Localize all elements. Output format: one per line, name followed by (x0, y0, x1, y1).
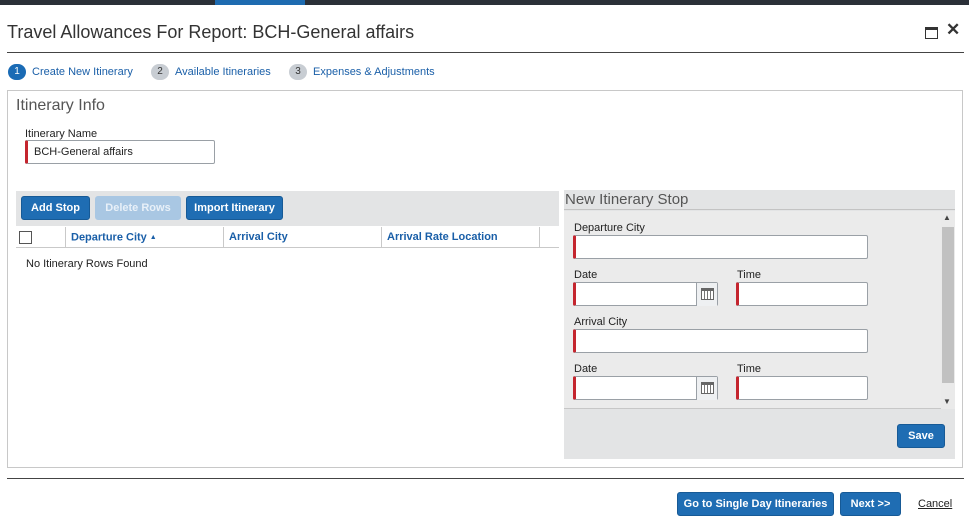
footer-divider (7, 478, 964, 479)
departure-time-input[interactable] (736, 282, 868, 306)
scroll-up-icon[interactable]: ▲ (943, 213, 951, 222)
calendar-icon[interactable] (696, 377, 717, 400)
column-label: Departure City (71, 231, 147, 244)
cancel-link[interactable]: Cancel (918, 498, 952, 510)
step-number: 1 (8, 64, 26, 80)
delete-rows-button[interactable]: Delete Rows (95, 196, 181, 220)
arrival-time-label: Time (737, 363, 762, 375)
column-arrival-rate-location[interactable]: Arrival Rate Location (381, 227, 539, 248)
new-stop-form: Departure City Date Time Arrival City Da… (564, 211, 941, 409)
header-divider (7, 52, 964, 53)
step-number: 3 (289, 64, 307, 80)
column-spacer (539, 227, 559, 248)
next-button[interactable]: Next >> (840, 492, 901, 516)
arrival-city-input[interactable] (573, 329, 868, 353)
arrival-date-label: Date (574, 363, 598, 375)
grid-toolbar: Add Stop Delete Rows Import Itinerary (16, 191, 559, 226)
step-number: 2 (151, 64, 169, 80)
select-all-checkbox[interactable] (19, 231, 32, 244)
step-create-new-itinerary[interactable]: 1 Create New Itinerary (8, 64, 133, 80)
new-stop-title: New Itinerary Stop (564, 190, 955, 210)
departure-date-label: Date (574, 269, 598, 281)
import-itinerary-button[interactable]: Import Itinerary (186, 196, 283, 220)
grid-header: Departure City ▲ Arrival City Arrival Rat… (16, 227, 559, 248)
maximize-icon[interactable] (925, 27, 938, 39)
arrival-time-input[interactable] (736, 376, 868, 400)
scroll-down-icon[interactable]: ▼ (943, 397, 951, 406)
departure-time-label: Time (737, 269, 762, 281)
arrival-city-label: Arrival City (574, 316, 628, 328)
column-departure-city[interactable]: Departure City ▲ (65, 227, 223, 248)
calendar-icon[interactable] (696, 283, 717, 306)
step-available-itineraries[interactable]: 2 Available Itineraries (151, 64, 271, 80)
departure-city-label: Departure City (574, 222, 645, 234)
sort-ascending-icon: ▲ (149, 234, 157, 241)
itinerary-name-input[interactable] (25, 140, 215, 164)
step-label: Available Itineraries (175, 66, 271, 78)
empty-message: No Itinerary Rows Found (26, 258, 148, 270)
section-title: Itinerary Info (16, 97, 105, 114)
step-label: Expenses & Adjustments (313, 66, 435, 78)
form-scrollbar[interactable]: ▲ ▼ (941, 211, 955, 409)
save-button[interactable]: Save (897, 424, 945, 448)
departure-city-input[interactable] (573, 235, 868, 259)
itinerary-panel: Itinerary Info Itinerary Name Add Stop D… (7, 90, 963, 468)
column-arrival-city[interactable]: Arrival City (223, 227, 381, 248)
dialog-title: Travel Allowances For Report: BCH-Genera… (7, 22, 415, 42)
dialog-header: Travel Allowances For Report: BCH-Genera… (0, 5, 969, 53)
scroll-thumb[interactable] (942, 227, 954, 383)
itinerary-name-label: Itinerary Name (25, 128, 98, 140)
close-icon[interactable]: ✕ (946, 20, 960, 40)
step-label: Create New Itinerary (32, 66, 133, 78)
single-day-itineraries-button[interactable]: Go to Single Day Itineraries (677, 492, 834, 516)
add-stop-button[interactable]: Add Stop (21, 196, 90, 220)
new-itinerary-stop-panel: New Itinerary Stop Departure City Date T… (564, 190, 955, 459)
step-expenses-adjustments[interactable]: 3 Expenses & Adjustments (289, 64, 435, 80)
